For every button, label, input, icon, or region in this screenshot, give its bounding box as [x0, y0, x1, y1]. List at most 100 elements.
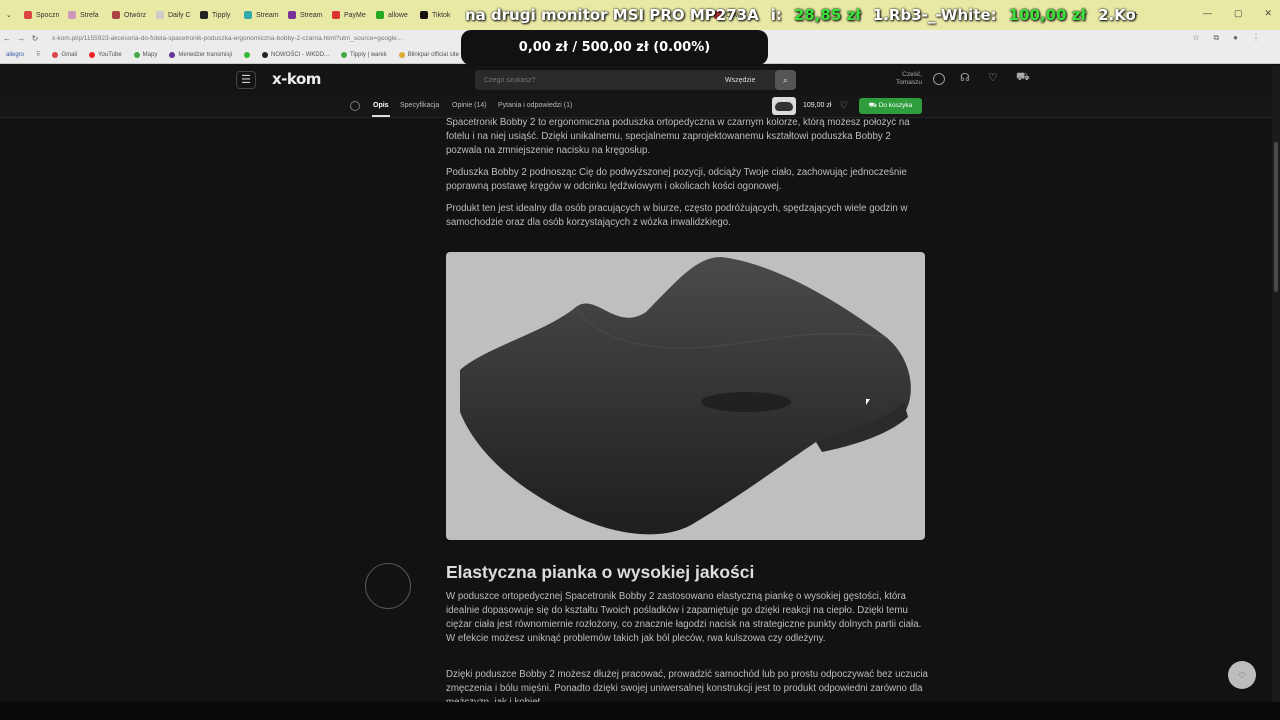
- bookmark[interactable]: Mapy: [133, 51, 158, 58]
- bookmark[interactable]: Tipply | warek: [341, 51, 387, 58]
- url-field[interactable]: x-kom.pl/p/1155923-akcesoria-do-fotela-s…: [52, 35, 402, 42]
- section-heading: Elastyczna pianka o wysokiej jakości: [446, 562, 755, 582]
- tab-favicon: [24, 11, 32, 19]
- mouse-cursor: [866, 399, 870, 405]
- description-paragraph: Produkt ten jest idealny dla osób pracuj…: [446, 203, 908, 228]
- tab-favicon: [332, 11, 340, 19]
- product-subnav: Opis Specyfikacja Opinie (14) Pytania i …: [0, 94, 1272, 118]
- product-thumbnail: [772, 97, 796, 115]
- bookmark-label: Mapy: [142, 51, 158, 58]
- menu-icon[interactable]: ⋮: [1252, 33, 1260, 43]
- browser-tab[interactable]: allowe: [370, 0, 414, 30]
- product-description: Spacetronik Bobby 2 to ergonomiczna podu…: [0, 118, 1272, 702]
- stream-ticker: na drugi monitor MSI PRO MP273A i: 28,85…: [465, 6, 1145, 28]
- back-icon[interactable]: ←: [0, 34, 14, 43]
- tab-favicon: [68, 11, 76, 19]
- tab-label: Tiktok: [432, 11, 451, 19]
- profile-icon[interactable]: ●: [1233, 33, 1238, 43]
- add-to-cart-label: Do koszyka: [878, 102, 913, 109]
- tab-specification[interactable]: Specyfikacja: [400, 102, 439, 109]
- description-paragraph: Spacetronik Bobby 2 to ergonomiczna podu…: [446, 118, 910, 156]
- tab-questions[interactable]: Pytania i odpowiedzi (1): [498, 102, 572, 109]
- tab-favicon: [376, 11, 384, 19]
- maps-icon: [133, 51, 140, 58]
- minimize-button[interactable]: —: [1203, 8, 1212, 19]
- apps-icon[interactable]: ⠿: [36, 51, 40, 58]
- product-image: [446, 252, 925, 540]
- chat-bubble-icon[interactable]: ◌: [1228, 661, 1256, 689]
- browser-tab[interactable]: Otwórz: [106, 0, 150, 30]
- browser-tab[interactable]: Spoczn: [18, 0, 62, 30]
- bookmark[interactable]: [244, 51, 251, 58]
- browser-tab[interactable]: PayMe: [326, 0, 370, 30]
- bookmark-star-icon[interactable]: ☆: [1192, 33, 1199, 43]
- tab-label: Daily C: [168, 11, 191, 19]
- description-paragraph: Dzięki poduszce Bobby 2 możesz dłużej pr…: [446, 669, 928, 702]
- tab-search-button[interactable]: ⌄: [0, 0, 18, 30]
- logo-text: x-kom: [272, 70, 321, 88]
- bookmark[interactable]: allegro: [6, 52, 24, 58]
- tab-favicon: [244, 11, 252, 19]
- site-logo[interactable]: x-kom: [272, 70, 321, 88]
- page-scrollbar[interactable]: [1272, 66, 1280, 702]
- username: Tomaszu: [896, 79, 923, 86]
- bookmark-icon: [341, 51, 348, 58]
- bookmark-icon: [244, 51, 251, 58]
- ticker-text: na drugi monitor MSI PRO MP273A: [465, 6, 759, 24]
- tab-label: Strefa: [80, 11, 99, 19]
- tab-label: allowe: [388, 11, 408, 19]
- ticker-text: 1.Rb3-_-White:: [872, 6, 997, 24]
- add-to-cart-button[interactable]: ⛟ Do koszyka: [859, 98, 922, 114]
- tab-label: Otwórz: [124, 11, 147, 19]
- bookmark-label: Tipply | warek: [350, 51, 387, 58]
- search-scope-select[interactable]: Wszędzie: [725, 77, 755, 84]
- reload-icon[interactable]: ↻: [28, 34, 42, 43]
- browser-tab[interactable]: Tiktok: [414, 0, 458, 30]
- bookmark-label: NOWOŚCI - WKDD...: [271, 51, 330, 58]
- heart-icon[interactable]: ♡: [988, 71, 998, 84]
- tab-label: Spoczn: [36, 11, 60, 19]
- browser-tab[interactable]: Stream: [282, 0, 326, 30]
- bookmark[interactable]: Gmail: [52, 51, 78, 58]
- ticker-text: 2.Ko: [1098, 6, 1136, 24]
- cart-icon[interactable]: ⛟: [1016, 71, 1030, 85]
- tab-label: PayMe: [344, 11, 366, 19]
- tab-favicon: [156, 11, 164, 19]
- window-controls: — ▢ ✕: [1203, 8, 1272, 19]
- seat-cushion-illustration: [460, 257, 911, 535]
- search-icon[interactable]: ⌕: [775, 70, 796, 90]
- tab-label: Stream: [256, 11, 279, 19]
- tab-reviews[interactable]: Opinie (14): [452, 102, 487, 109]
- bookmark-icon: [262, 51, 269, 58]
- browser-tab[interactable]: Tipply: [194, 0, 238, 30]
- browser-tab[interactable]: Daily C: [150, 0, 194, 30]
- bookmark-label: Gmail: [61, 51, 78, 58]
- tab-description[interactable]: Opis: [373, 102, 389, 109]
- extensions-icon[interactable]: ⧉: [1213, 33, 1219, 43]
- bookmark[interactable]: Blinkpar official site: [398, 51, 459, 58]
- product-price: 109,00 zł: [803, 102, 832, 109]
- tab-favicon: [420, 11, 428, 19]
- gmail-icon: [52, 51, 59, 58]
- greeting-line: Cześć,: [902, 71, 923, 78]
- hamburger-menu-icon[interactable]: ☰: [236, 71, 256, 89]
- tab-favicon: [288, 11, 296, 19]
- browser-tab[interactable]: Strefa: [62, 0, 106, 30]
- active-tab-indicator: [372, 115, 390, 117]
- bookmark[interactable]: NOWOŚCI - WKDD...: [262, 51, 330, 58]
- wishlist-heart-icon[interactable]: ♡: [840, 100, 848, 111]
- bookmark[interactable]: YouTube: [89, 51, 122, 58]
- close-button[interactable]: ✕: [1264, 8, 1272, 19]
- account-greeting[interactable]: Cześć, Tomaszu: [896, 71, 922, 87]
- scrollbar-thumb[interactable]: [1274, 142, 1278, 292]
- forward-icon[interactable]: →: [14, 34, 28, 43]
- browser-tab[interactable]: Stream: [238, 0, 282, 30]
- user-icon[interactable]: [933, 73, 945, 85]
- bookmark-label: Menedżer transmisji: [178, 51, 233, 58]
- search-input[interactable]: [475, 76, 715, 84]
- bookmark[interactable]: Menedżer transmisji: [169, 51, 233, 58]
- headset-icon[interactable]: ☊: [960, 71, 970, 84]
- search-bar: Wszędzie ⌕: [475, 70, 796, 90]
- maximize-button[interactable]: ▢: [1234, 8, 1243, 19]
- browser-toolbar: ☆ ⧉ ● ⋮: [1192, 33, 1260, 43]
